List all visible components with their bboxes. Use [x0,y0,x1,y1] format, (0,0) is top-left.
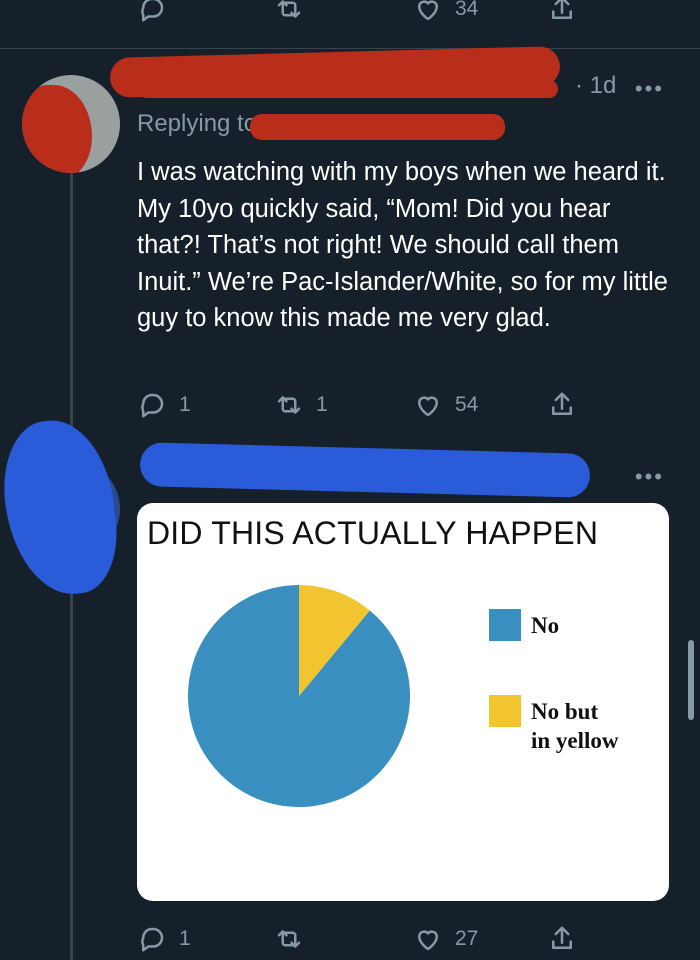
divider [0,48,700,49]
avatar-scribble [22,85,92,173]
legend-swatch [489,695,521,727]
reply-icon [141,927,164,952]
heart-icon [418,930,438,951]
replying-to-label: Replying to [137,110,258,137]
name-redaction [138,80,558,98]
reply-count: 1 [179,393,191,416]
reply-button[interactable]: 1 [137,390,191,420]
share-button[interactable] [547,0,577,24]
legend-label: No [531,613,559,638]
share-icon [552,926,572,949]
retweet-button[interactable]: 1 [274,390,328,420]
thread-line [70,170,73,430]
retweet-icon [277,396,301,414]
like-button[interactable]: 34 [413,0,478,24]
legend-label: in yellow [531,728,619,753]
replying-to: Replying to [137,110,257,138]
retweet-button[interactable] [274,0,304,24]
tweet-timestamp: · 1d [575,72,617,99]
thread-line [70,560,73,960]
handle-redaction [250,114,505,140]
previous-tweet-actions: 34 [137,0,597,26]
reply-icon [141,0,164,22]
avatar[interactable] [22,75,120,173]
reply-count: 1 [179,927,191,950]
tweet-actions: 1 1 54 [137,382,597,422]
like-count: 54 [455,393,479,416]
legend-label: No but [531,699,598,724]
share-icon [552,392,572,415]
avatar-scribble [0,414,123,601]
retweet-count: 1 [316,393,328,416]
name-redaction [139,442,591,498]
reply-icon [141,393,164,418]
more-options-icon[interactable]: ••• [635,464,664,490]
legend-swatch [489,609,521,641]
heart-icon [418,396,438,417]
share-icon [552,0,572,19]
share-button[interactable] [547,924,577,954]
tweet-actions: 1 27 [137,916,597,956]
tweet-text: I was watching with my boys when we hear… [137,158,668,332]
like-button[interactable]: 54 [413,390,478,420]
pie-chart: No No but in yellow [188,585,619,807]
scrollbar[interactable] [688,640,694,720]
retweet-icon [277,0,301,18]
reply-button[interactable] [137,0,167,24]
like-button[interactable]: 27 [413,924,478,954]
heart-icon [418,0,438,21]
reply-button[interactable]: 1 [137,924,191,954]
retweet-button[interactable] [274,924,304,954]
retweet-icon [277,930,301,948]
like-count: 27 [455,927,479,950]
share-button[interactable] [547,390,577,420]
more-options-icon[interactable]: ••• [635,76,664,102]
attached-image[interactable]: DID THIS ACTUALLY HAPPEN No No but in yell… [137,503,669,901]
like-count: 34 [455,0,479,20]
